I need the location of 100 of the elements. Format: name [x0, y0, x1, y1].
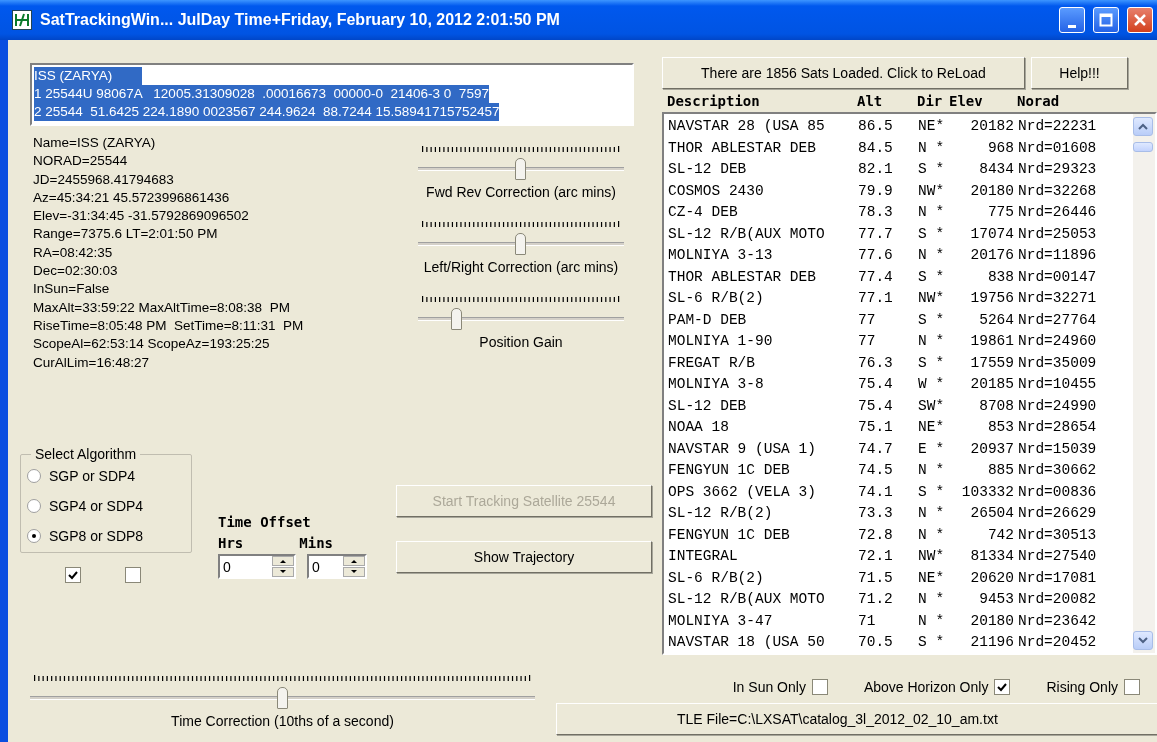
tle-text-box[interactable]: ISS (ZARYA) 1 25544U 98067A 12005.31309028 .00016673 00000-0 21406-3 0 7597 2 25544 51.6425 224.1890 0023567 244.9624 88.7244 15.58941715752457	[30, 63, 634, 126]
scroll-down-button[interactable]	[1133, 631, 1153, 650]
maximize-button[interactable]	[1093, 7, 1119, 33]
checkbox[interactable]	[994, 679, 1011, 695]
list-cell-text: 19756	[969, 290, 1015, 307]
list-cell-text: PAM-D DEB	[668, 311, 748, 328]
list-cell-text: 775	[986, 204, 1015, 221]
list-cell-text: 77	[858, 333, 877, 350]
checkbox[interactable]	[811, 679, 828, 695]
list-cell-text: 75.4	[858, 376, 894, 393]
list-cell-text: NAVSTAR 28 (USA 85	[668, 118, 826, 135]
slider-thumb[interactable]	[451, 308, 463, 330]
list-cell-text: 79.9	[858, 182, 894, 199]
minimize-button[interactable]	[1059, 7, 1085, 33]
list-cell-text: Nrd=32271	[1018, 290, 1098, 307]
radio-button[interactable]	[27, 529, 41, 543]
list-cell-text: NAVSTAR 9 (USA 1)	[668, 440, 817, 457]
list-cell-text: Nrd=20082	[1018, 591, 1098, 608]
list-cell-text: N *	[918, 139, 946, 156]
list-cell-text: 853	[986, 419, 1015, 436]
group-title: Select Algorithm	[34, 446, 138, 462]
checkmark-icon	[997, 682, 1008, 692]
list-cell-text: 742	[986, 526, 1015, 543]
list-cell-text: 19861	[969, 333, 1015, 350]
list-cell-text: N *	[918, 505, 946, 522]
radio-button[interactable]	[27, 469, 41, 483]
list-cell-text: 76.3	[858, 354, 894, 371]
satellite-list[interactable]	[662, 111, 1157, 655]
list-cell-text: Nrd=11896	[1018, 247, 1098, 264]
list-cell-text: 968	[986, 139, 1015, 156]
time-offset-label: Time Offset	[218, 513, 312, 532]
list-cell-text: NAVSTAR 18 (USA 50	[668, 634, 826, 651]
info-line: JD=2455968.41794683	[33, 170, 175, 189]
list-cell-text: 75.4	[858, 397, 894, 414]
list-cell-text: 26504	[969, 505, 1015, 522]
list-cell-text: Nrd=10455	[1018, 376, 1098, 393]
radio-option[interactable]: SGP8 or SDP8	[27, 528, 183, 544]
scroll-up-button[interactable]	[1133, 116, 1153, 136]
checkbox[interactable]	[1124, 679, 1140, 695]
column-header[interactable]: Norad	[1017, 93, 1157, 110]
slider-thumb[interactable]	[515, 233, 526, 255]
list-cell-text: Nrd=28654	[1018, 419, 1098, 436]
list-cell-text: N *	[918, 333, 946, 350]
radio-option[interactable]: SGP4 or SDP4	[27, 498, 183, 514]
column-header[interactable]: Dir	[917, 93, 949, 110]
list-cell-text: 71.2	[858, 591, 894, 608]
info-line: CurAlLim=16:48:27	[33, 353, 150, 372]
radio-button[interactable]	[27, 499, 41, 513]
list-cell-text: Nrd=22231	[1018, 118, 1098, 135]
list-cell-text: Nrd=35009	[1018, 354, 1098, 371]
list-cell-text: SL-12 DEB	[668, 161, 748, 178]
radio-label: SGP8 or SDP8	[49, 528, 144, 544]
list-cell-text: SL-12 R/B(2)	[668, 505, 774, 522]
list-cell-text: 20185	[969, 376, 1015, 393]
radio-label: SGP4 or SDP4	[49, 498, 144, 514]
list-cell-text: 20182	[969, 118, 1015, 135]
list-cell-text: 77.7	[858, 225, 894, 242]
help-button[interactable]: Help!!!	[1031, 57, 1128, 89]
list-cell-text: SL-12 DEB	[668, 397, 748, 414]
slider-label: Left/Right Correction (arc mins)	[423, 259, 619, 275]
scrollbar[interactable]	[1133, 113, 1155, 653]
info-line: RA=08:42:35	[33, 243, 114, 262]
radio-option[interactable]: SGP or SDP4	[27, 468, 183, 484]
scroll-thumb[interactable]	[1133, 141, 1153, 152]
column-header[interactable]: Elev	[949, 93, 1017, 110]
list-cell-text: 20180	[969, 182, 1015, 199]
list-cell-text: COSMOS 2430	[668, 182, 765, 199]
list-cell-text: NW*	[918, 290, 946, 307]
app-icon	[12, 10, 32, 30]
list-cell-text: MOLNIYA 3-13	[668, 247, 774, 264]
list-cell-text: Nrd=25053	[1018, 225, 1098, 242]
column-header[interactable]: Alt	[857, 93, 917, 110]
list-cell-text: Nrd=24960	[1018, 333, 1098, 350]
checkbox[interactable]	[65, 567, 81, 583]
slider-thumb[interactable]	[276, 687, 288, 709]
list-cell-text: SL-12 R/B(AUX MOTO	[668, 225, 826, 242]
list-cell-text: 75.1	[858, 419, 894, 436]
info-line: MaxAlt=33:59:22 MaxAltTime=8:08:38 PM	[33, 298, 291, 317]
list-cell-text: N *	[918, 462, 946, 479]
filter-label: In Sun Only	[732, 679, 806, 695]
column-header[interactable]: Description	[667, 93, 857, 110]
close-button[interactable]	[1127, 7, 1153, 33]
info-line: NORAD=25544	[33, 152, 129, 171]
reload-button[interactable]: There are 1856 Sats Loaded. Click to ReLoad	[662, 57, 1025, 89]
list-cell-text: S *	[918, 483, 946, 500]
list-cell-text: S *	[918, 268, 946, 285]
list-cell-text: NE*	[918, 419, 946, 436]
hours-label: Hrs	[218, 534, 244, 553]
list-cell-text: Nrd=27764	[1018, 311, 1098, 328]
list-cell-text: Nrd=20452	[1018, 634, 1098, 651]
list-cell-text: Nrd=24990	[1018, 397, 1098, 414]
list-cell-text: FREGAT R/B	[668, 354, 756, 371]
slider-thumb[interactable]	[515, 158, 526, 180]
action-button[interactable]: Show Trajectory	[396, 541, 652, 573]
list-cell-text: NE*	[918, 569, 946, 586]
tle-file-button[interactable]: TLE File=C:\LXSAT\catalog_3l_2012_02_10_am.txt	[556, 703, 1157, 735]
list-cell-text: Nrd=01608	[1018, 139, 1098, 156]
checkbox[interactable]	[125, 567, 141, 583]
slider-label: Time Correction (10ths of a second)	[171, 713, 394, 729]
list-cell-text: SW*	[918, 397, 946, 414]
